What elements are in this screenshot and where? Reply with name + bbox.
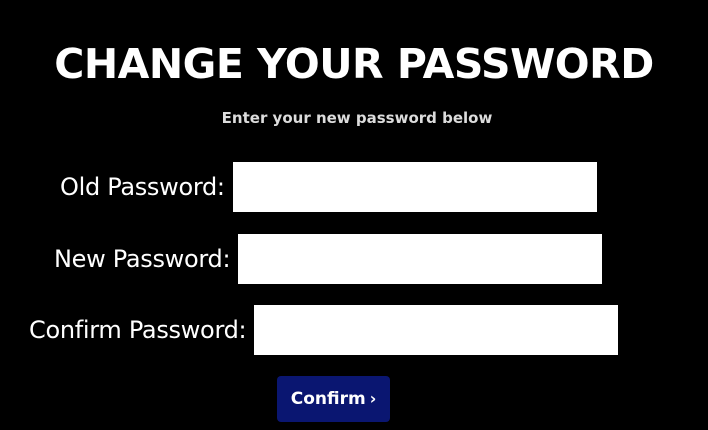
chevron-right-icon: › bbox=[369, 389, 377, 408]
confirm-password-input[interactable] bbox=[254, 305, 619, 355]
old-password-row: Old Password: bbox=[60, 161, 597, 213]
old-password-input[interactable] bbox=[232, 162, 597, 212]
confirm-password-row: Confirm Password: bbox=[29, 304, 619, 356]
confirm-button-label: Confirm bbox=[290, 389, 366, 409]
old-password-label: Old Password: bbox=[60, 173, 225, 201]
new-password-input[interactable] bbox=[238, 234, 603, 284]
new-password-label: New Password: bbox=[54, 245, 231, 273]
confirm-password-label: Confirm Password: bbox=[29, 316, 247, 344]
confirm-button[interactable]: Confirm › bbox=[277, 376, 390, 422]
page-title: CHANGE YOUR PASSWORD bbox=[54, 40, 654, 88]
page-subtitle: Enter your new password below bbox=[221, 109, 493, 127]
new-password-row: New Password: bbox=[54, 233, 603, 285]
